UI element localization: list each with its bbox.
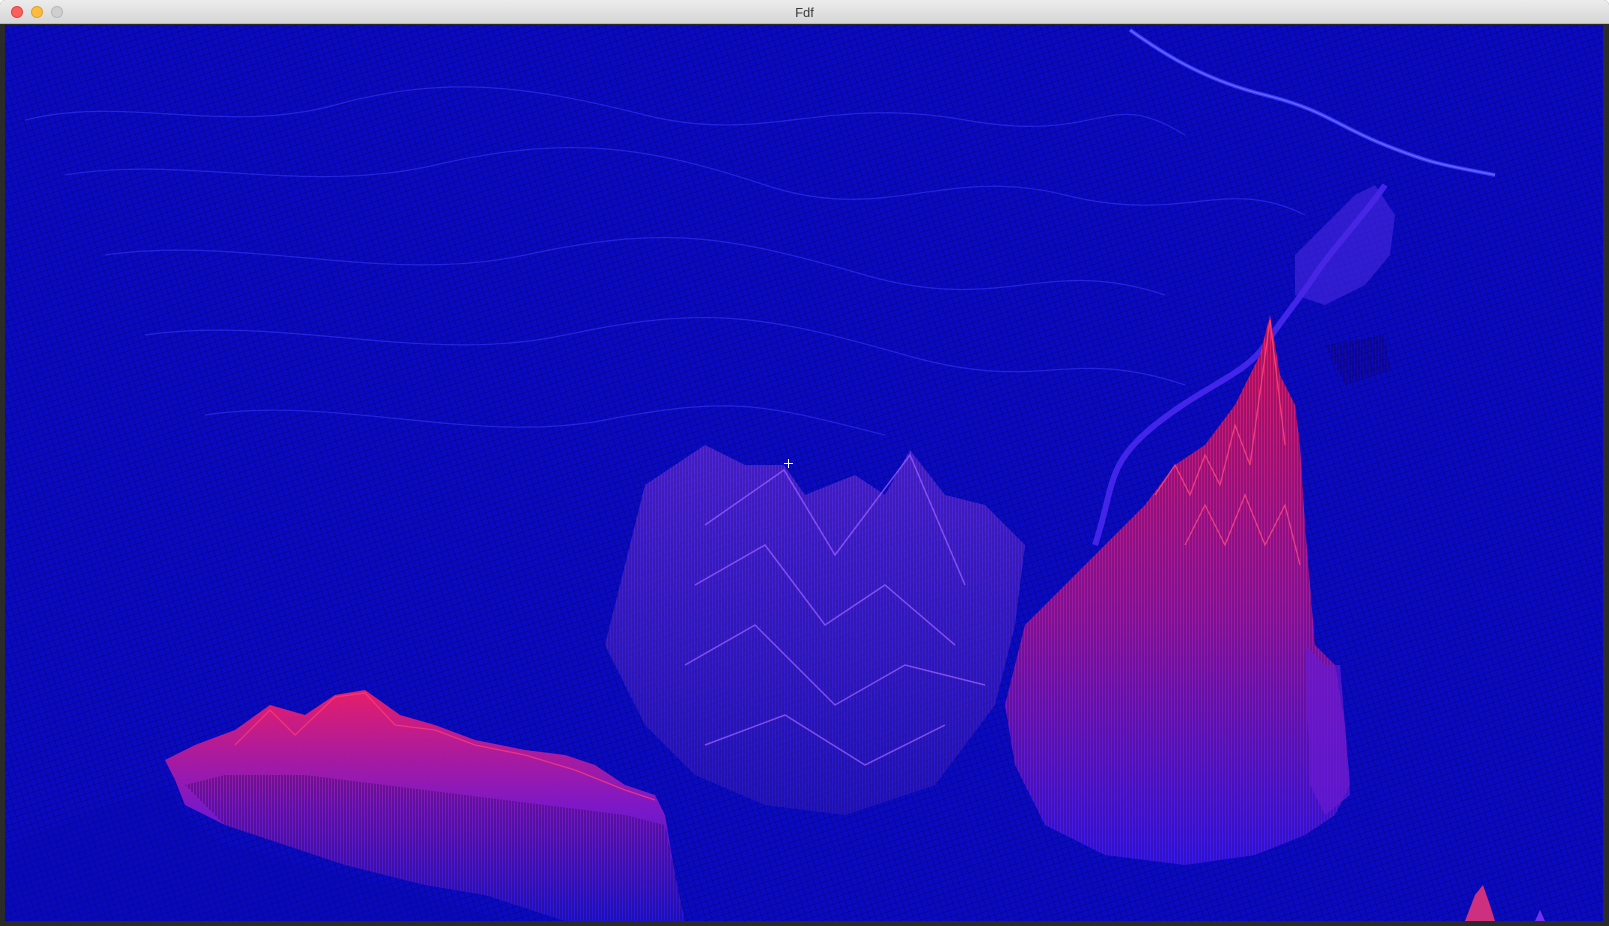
window-title: Fdf bbox=[795, 5, 814, 20]
app-window: Fdf bbox=[0, 0, 1609, 926]
crosshair-cursor-icon bbox=[784, 459, 793, 468]
title-bar[interactable]: Fdf bbox=[0, 0, 1609, 24]
wireframe-canvas[interactable] bbox=[5, 25, 1603, 921]
wireframe-render bbox=[5, 25, 1603, 921]
